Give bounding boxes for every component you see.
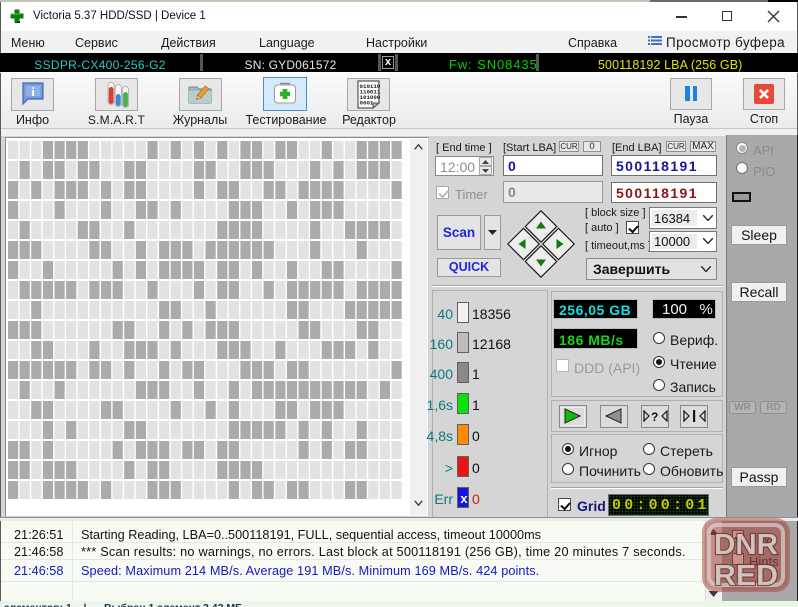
svg-text:?: ?	[651, 410, 658, 424]
svg-text:RED: RED	[714, 560, 778, 589]
svg-text:DNR: DNR	[714, 529, 778, 561]
